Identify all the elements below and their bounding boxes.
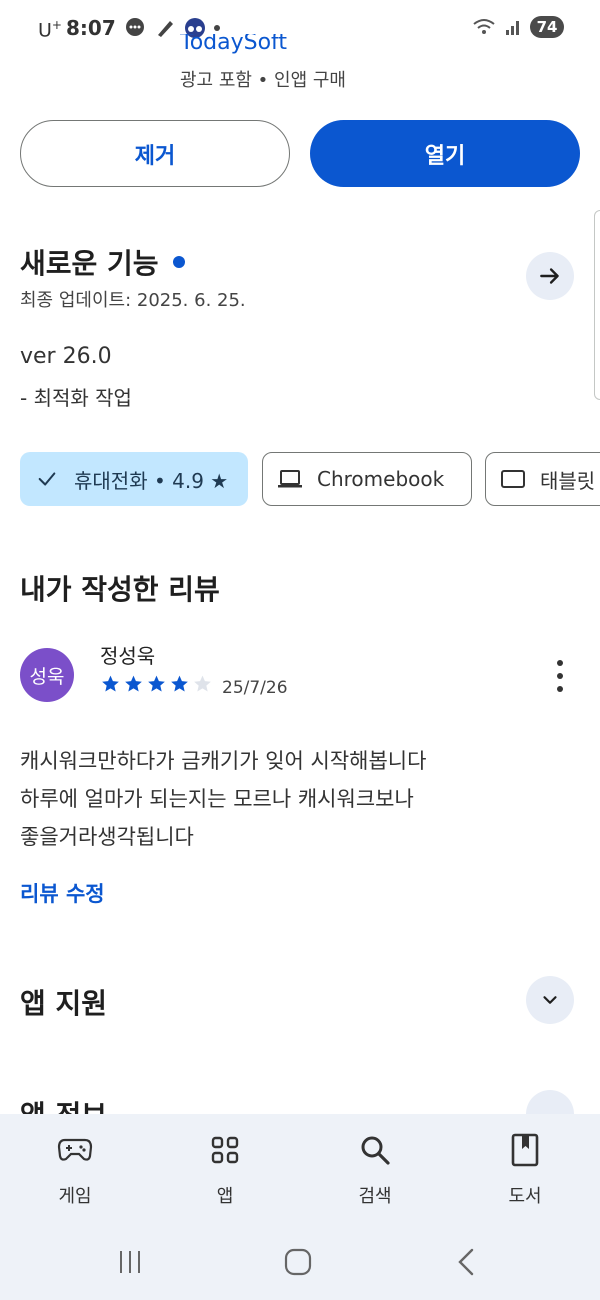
check-icon xyxy=(38,472,56,486)
more-notifications-dot xyxy=(214,25,220,31)
wifi-icon xyxy=(473,19,495,34)
system-navigation-bar xyxy=(0,1222,600,1300)
nav-item-books[interactable]: 도서 xyxy=(450,1114,600,1222)
nav-item-search[interactable]: 검색 xyxy=(300,1114,450,1222)
nav-label-games: 게임 xyxy=(58,1186,92,1207)
review-more-options-button[interactable] xyxy=(548,660,572,692)
app-info-arrow-button[interactable] xyxy=(526,1090,574,1114)
book-icon xyxy=(507,1132,543,1168)
device-chip-phone[interactable]: 휴대전화 • 4.9 ★ xyxy=(20,452,248,506)
status-bar: U+ 8:07 74 xyxy=(0,0,600,56)
bottom-navigation: 게임 앱 검색 도서 xyxy=(0,1114,600,1222)
device-chip-phone-label: 휴대전화 • 4.9 ★ xyxy=(74,468,229,493)
clock: 8:07 xyxy=(66,16,116,40)
star-icon xyxy=(194,675,211,692)
system-icons: 74 xyxy=(472,16,564,38)
app-info-title: 앱 정보 xyxy=(20,1096,107,1114)
device-chip-chromebook-label: Chromebook xyxy=(317,467,445,491)
app-meta: 광고 포함 • 인앱 구매 xyxy=(180,70,346,91)
recent-apps-button[interactable] xyxy=(110,1244,150,1280)
home-button[interactable] xyxy=(278,1244,318,1280)
carrier-label: U+ xyxy=(38,18,62,42)
last-updated: 최종 업데이트: 2025. 6. 25. xyxy=(20,290,246,311)
open-button[interactable]: 열기 xyxy=(310,120,580,187)
star-icon xyxy=(102,675,119,692)
device-chip-tablet-label: 태블릿 xyxy=(540,468,596,493)
avatar: 성욱 xyxy=(20,648,74,702)
arrow-right-icon xyxy=(540,268,559,284)
battery-indicator: 74 xyxy=(530,16,564,38)
star-icon xyxy=(125,675,142,692)
recent-apps-icon xyxy=(120,1251,140,1273)
pen-icon xyxy=(158,21,173,37)
home-icon xyxy=(284,1248,312,1276)
device-chip-chromebook[interactable]: Chromebook xyxy=(262,452,472,506)
uninstall-button[interactable]: 제거 xyxy=(20,120,290,187)
star-icon xyxy=(148,675,165,692)
version-text: ver 26.0 xyxy=(20,344,112,369)
app-support-title: 앱 지원 xyxy=(20,987,108,1020)
whats-new-arrow-button[interactable] xyxy=(526,252,574,300)
signal-icon xyxy=(506,21,519,35)
device-chip-tablet[interactable]: 태블릿 xyxy=(485,452,600,506)
message-icon xyxy=(126,18,144,36)
review-text: 캐시워크만하다가 금캐기가 잊어 시작해봅니다 하루에 얼마가 되는지는 모르나… xyxy=(20,749,427,849)
star-icon xyxy=(171,675,188,692)
new-indicator-dot xyxy=(172,256,185,268)
reviewer-name: 정성욱 xyxy=(100,644,156,668)
nav-label-apps: 앱 xyxy=(216,1186,234,1207)
review-date: 25/7/26 xyxy=(222,678,288,698)
edit-review-link[interactable]: 리뷰 수정 xyxy=(20,878,105,908)
gamepad-icon xyxy=(57,1132,93,1168)
laptop-icon xyxy=(278,470,302,488)
star-rating xyxy=(100,674,213,694)
more-vert-icon xyxy=(557,660,563,666)
back-icon xyxy=(458,1248,474,1276)
tablet-icon xyxy=(501,470,525,488)
nav-item-apps[interactable]: 앱 xyxy=(150,1114,300,1222)
back-button[interactable] xyxy=(446,1244,486,1280)
whats-new-title: 새로운 기능 xyxy=(20,242,185,282)
app-support-expand-button[interactable] xyxy=(526,976,574,1024)
search-icon xyxy=(357,1132,393,1168)
chevron-down-icon xyxy=(543,996,557,1004)
developer-link[interactable]: TodaySoft xyxy=(180,34,287,56)
my-review-title: 내가 작성한 리뷰 xyxy=(20,573,220,606)
nav-label-books: 도서 xyxy=(508,1186,542,1207)
apps-grid-icon xyxy=(207,1132,243,1168)
nav-item-games[interactable]: 게임 xyxy=(0,1114,150,1222)
nav-label-search: 검색 xyxy=(358,1186,392,1207)
side-panel-edge xyxy=(594,210,600,400)
release-note: - 최적화 작업 xyxy=(20,386,132,410)
